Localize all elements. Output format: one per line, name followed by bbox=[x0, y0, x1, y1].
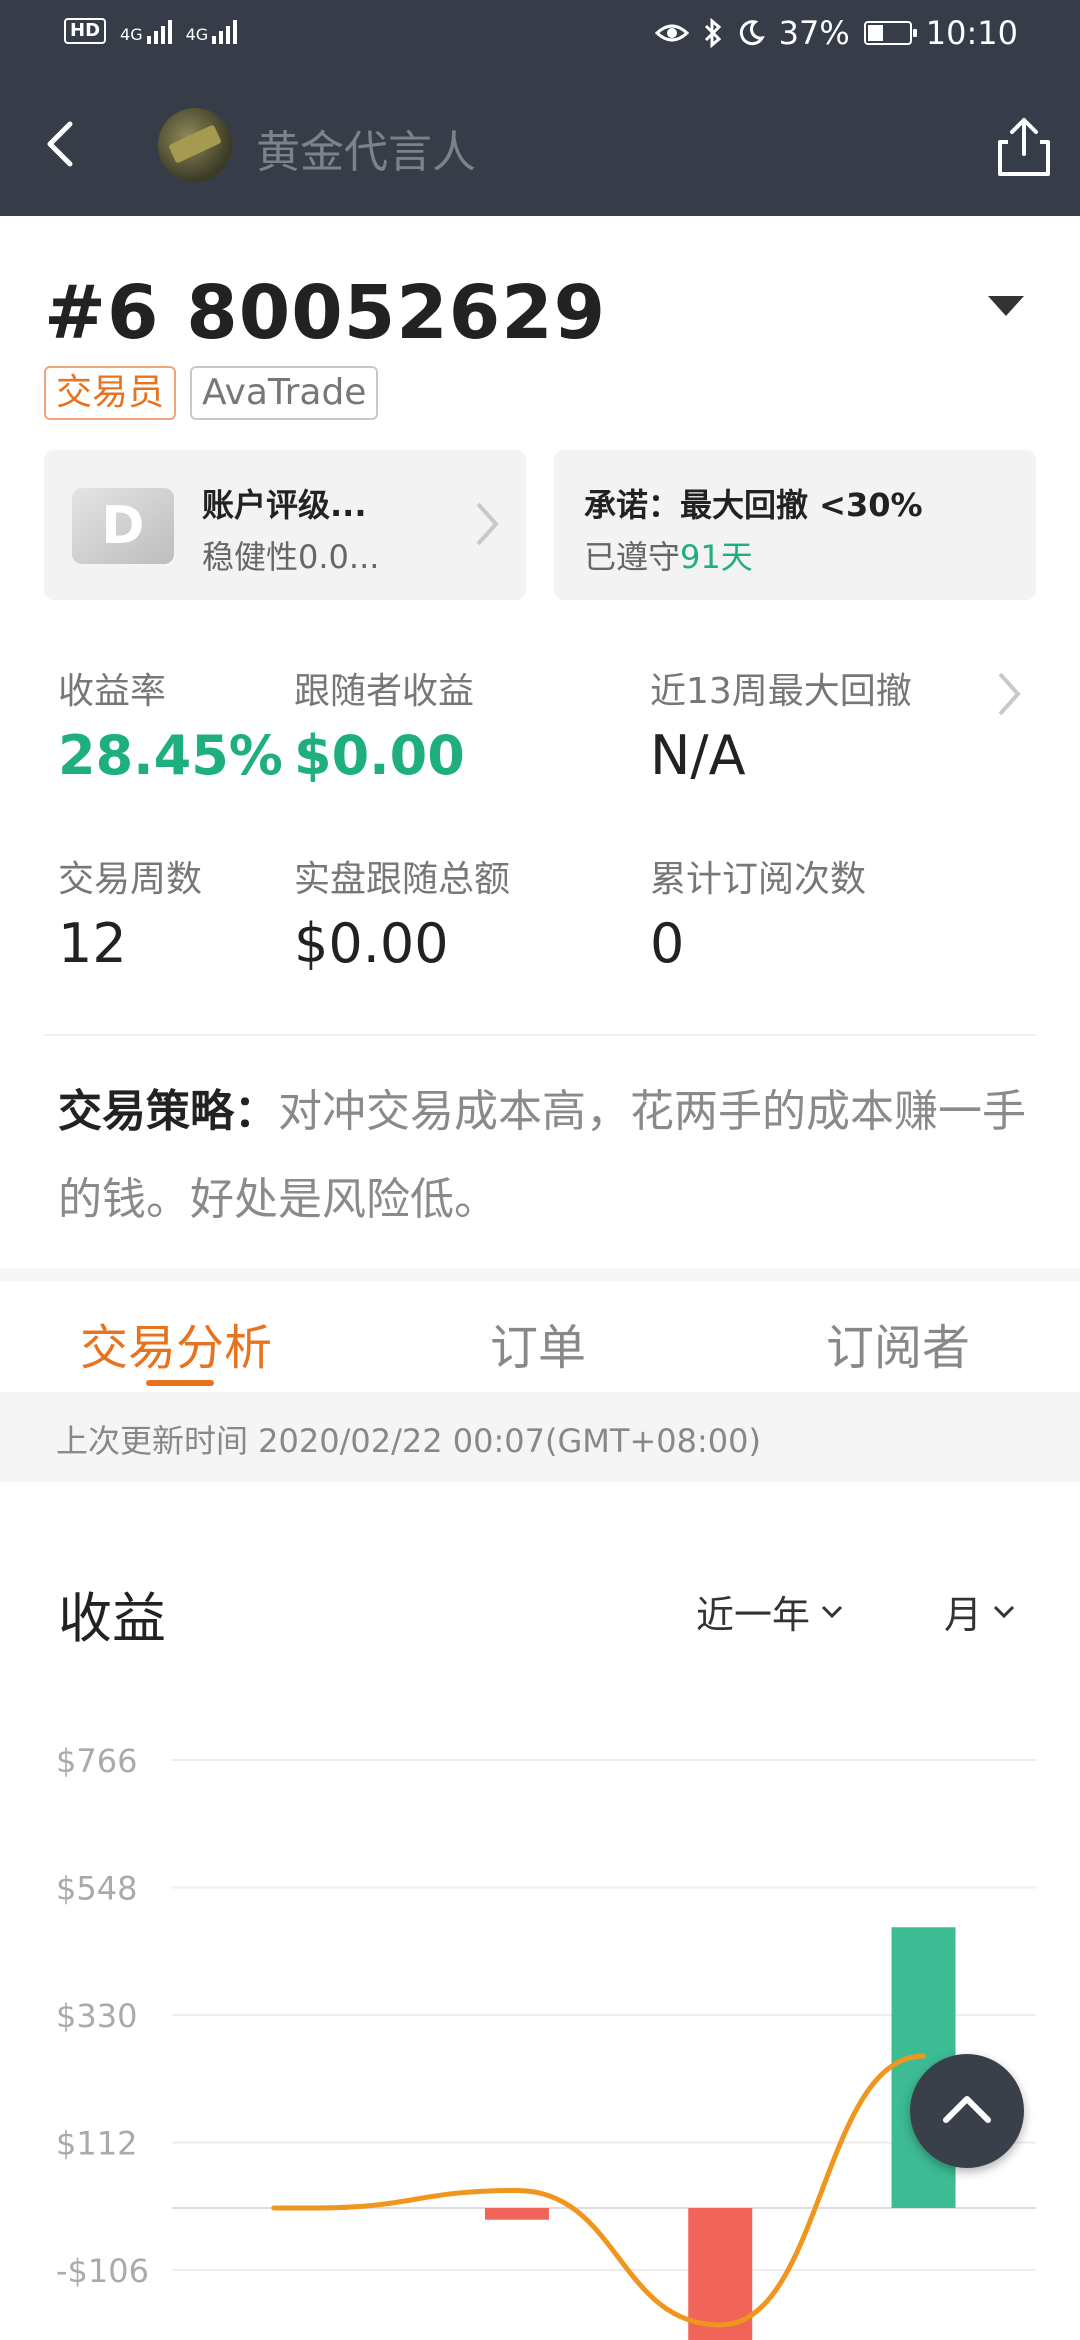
stat-return-rate: 收益率 28.45% bbox=[58, 671, 283, 787]
tab-bar: 交易分析 订单 订阅者 bbox=[0, 1282, 1080, 1392]
update-time-bar: 上次更新时间 2020/02/22 00:07(GMT+08:00) bbox=[0, 1392, 1080, 1482]
account-id: #6 80052629 bbox=[44, 270, 607, 356]
chevron-down-icon bbox=[821, 1605, 843, 1618]
stat-trading-weeks: 交易周数 12 bbox=[58, 859, 203, 975]
avatar[interactable] bbox=[158, 108, 232, 182]
nav-title: 黄金代言人 bbox=[256, 127, 476, 178]
cumulative-line bbox=[271, 2053, 927, 2328]
eye-icon bbox=[654, 24, 689, 42]
sim2-indicator: 4G bbox=[186, 18, 238, 44]
section-divider bbox=[0, 1268, 1080, 1282]
bluetooth-icon bbox=[704, 18, 721, 48]
divider bbox=[44, 1034, 1036, 1036]
broker-tag: AvaTrade bbox=[190, 366, 379, 420]
chevron-up-icon bbox=[943, 2096, 991, 2123]
chart-title: 收益 bbox=[58, 1587, 166, 1650]
rating-title: 账户评级... bbox=[202, 486, 367, 524]
unit-filter[interactable]: 月 bbox=[944, 1584, 1016, 1639]
hd-badge: HD bbox=[64, 18, 107, 44]
tab-trade-analysis[interactable]: 交易分析 bbox=[80, 1308, 272, 1378]
y-tick-label: $548 bbox=[56, 1870, 137, 1908]
promise-card: 承诺：最大回撤 <30% 已遵守91天 bbox=[554, 450, 1036, 600]
y-tick-label: $766 bbox=[56, 1742, 137, 1780]
signal-icon bbox=[212, 18, 238, 44]
chevron-right-icon bbox=[476, 502, 499, 546]
status-left: HD 4G 4G bbox=[64, 18, 238, 44]
chevron-right-icon[interactable] bbox=[996, 670, 1022, 718]
stat-follow-total: 实盘跟随总额 $0.00 bbox=[294, 859, 511, 975]
y-tick-label: $112 bbox=[56, 2125, 137, 2163]
period-filter[interactable]: 近一年 bbox=[696, 1584, 844, 1639]
clock: 10:10 bbox=[925, 14, 1018, 52]
account-dropdown-icon[interactable] bbox=[988, 296, 1024, 316]
account-tags: 交易员 AvaTrade bbox=[44, 366, 379, 420]
signal-icon bbox=[146, 18, 172, 44]
status-bar: HD 4G 4G 37% 10:10 bbox=[0, 0, 1080, 72]
y-tick-label: $330 bbox=[56, 1997, 137, 2035]
stat-follower-profit: 跟随者收益 $0.00 bbox=[294, 671, 475, 787]
bar bbox=[484, 2208, 549, 2220]
promise-title: 承诺：最大回撤 <30% bbox=[584, 486, 923, 524]
moon-icon bbox=[739, 20, 765, 46]
battery-icon bbox=[863, 21, 917, 45]
rating-card[interactable]: D 账户评级... 稳健性0.0... bbox=[44, 450, 526, 600]
update-time: 上次更新时间 2020/02/22 00:07(GMT+08:00) bbox=[56, 1422, 761, 1460]
tab-subscribers[interactable]: 订阅者 bbox=[826, 1308, 970, 1378]
tab-orders[interactable]: 订单 bbox=[490, 1308, 586, 1378]
strategy-text: 交易策略：对冲交易成本高，花两手的成本赚一手的钱。好处是风险低。 bbox=[58, 1068, 1028, 1244]
trader-tag: 交易员 bbox=[44, 366, 177, 420]
battery-percent: 37% bbox=[778, 14, 850, 52]
tab-active-indicator bbox=[146, 1380, 214, 1386]
stat-max-drawdown[interactable]: 近13周最大回撤 N/A bbox=[650, 662, 912, 787]
share-icon[interactable] bbox=[994, 116, 1054, 178]
strategy-label: 交易策略： bbox=[58, 1086, 278, 1137]
status-right: 37% 10:10 bbox=[654, 14, 1018, 52]
promise-kept: 已遵守91天 bbox=[584, 538, 753, 576]
promise-kept-days: 91天 bbox=[680, 538, 753, 576]
sim1-indicator: 4G bbox=[120, 18, 172, 44]
account-header: #6 80052629 bbox=[44, 270, 1034, 356]
back-icon[interactable] bbox=[36, 116, 92, 172]
y-tick-label: -$106 bbox=[56, 2252, 149, 2290]
chevron-down-icon bbox=[993, 1605, 1015, 1618]
scroll-top-button[interactable] bbox=[910, 2054, 1024, 2168]
profit-chart: $766 $548 $330 $112 -$106 bbox=[56, 1742, 1036, 2340]
rating-grade-icon: D bbox=[72, 488, 174, 564]
rating-subtitle: 稳健性0.0... bbox=[202, 538, 380, 576]
nav-bar: 黄金代言人 bbox=[0, 72, 1080, 216]
stat-subscription-count: 累计订阅次数 0 bbox=[650, 859, 867, 975]
